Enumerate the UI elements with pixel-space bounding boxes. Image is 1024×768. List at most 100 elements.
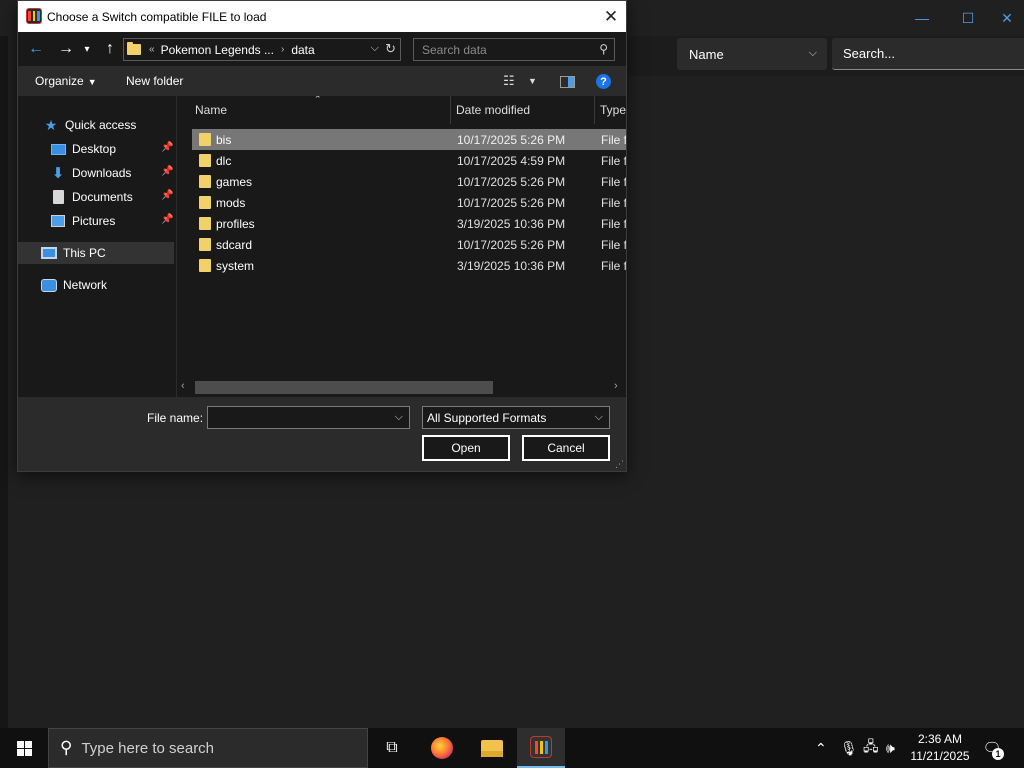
scroll-right-icon[interactable]: ›: [614, 380, 618, 392]
breadcrumb-pokemon-legends[interactable]: Pokemon Legends ...: [161, 43, 274, 57]
chevron-right-icon[interactable]: ›: [281, 44, 284, 55]
clock-date: 11/21/2025: [910, 749, 970, 763]
recent-locations-chevron-icon[interactable]: ▾: [81, 39, 93, 59]
sort-by-select[interactable]: Name ⌵: [677, 38, 827, 70]
firefox-taskbar-button[interactable]: [418, 728, 466, 768]
help-icon[interactable]: ?: [596, 74, 611, 89]
chevron-down-icon[interactable]: ⌵: [371, 42, 379, 55]
pin-icon: 📌: [161, 166, 174, 177]
dialog-titlebar: Choose a Switch compatible FILE to load …: [18, 1, 626, 32]
file-list-header: ⌃ Name Date modified Type: [177, 96, 626, 124]
dialog-close-button[interactable]: ✕: [596, 1, 626, 32]
dialog-title: Choose a Switch compatible FILE to load: [47, 9, 267, 24]
cancel-button[interactable]: Cancel: [522, 435, 610, 461]
notification-center-button[interactable]: 🗨 1: [980, 736, 1004, 760]
file-type: File folder: [601, 174, 626, 189]
taskbar-search-placeholder: Type here to search: [81, 739, 215, 757]
nav-item-this-pc[interactable]: This PC: [18, 242, 174, 264]
column-divider[interactable]: [594, 96, 595, 124]
table-row[interactable]: games 10/17/2025 5:26 PM File folder: [192, 171, 626, 192]
table-row[interactable]: dlc 10/17/2025 4:59 PM File folder: [192, 150, 626, 171]
system-clock[interactable]: 2:36 AM 11/21/2025: [906, 731, 974, 765]
file-name-input[interactable]: [208, 407, 388, 428]
file-date: 3/19/2025 10:36 PM: [457, 216, 566, 231]
file-explorer-icon: [481, 739, 503, 757]
table-row[interactable]: profiles 3/19/2025 10:36 PM File folder: [192, 213, 626, 234]
file-explorer-taskbar-button[interactable]: [468, 728, 516, 768]
view-options-icon[interactable]: ☷: [503, 73, 515, 89]
open-button[interactable]: Open: [422, 435, 510, 461]
pictures-icon: [50, 213, 66, 229]
desktop-icon: [50, 141, 66, 157]
caret-down-icon: ▼: [87, 77, 97, 87]
dialog-navigation-bar: ← → ▾ ↑ « Pokemon Legends ... › data ⌵ ↻…: [18, 32, 626, 66]
refresh-icon[interactable]: ↻: [385, 41, 396, 57]
task-view-icon: ⧉: [386, 739, 398, 756]
nav-item-downloads[interactable]: ⬇ Downloads 📌: [18, 162, 174, 184]
open-file-dialog: Choose a Switch compatible FILE to load …: [17, 0, 627, 472]
network-icon: [41, 277, 57, 293]
taskbar: ⚲ Type here to search ⧉ ⌃ 🎙 🖧 🕪 2:36 AM …: [0, 728, 1024, 768]
minimize-button[interactable]: —: [899, 4, 945, 32]
address-bar[interactable]: « Pokemon Legends ... › data ⌵ ↻: [123, 38, 401, 61]
start-button[interactable]: [0, 728, 48, 768]
folder-search-field[interactable]: ⚲: [413, 38, 615, 61]
column-header-name[interactable]: Name: [195, 103, 227, 117]
folder-icon: [199, 217, 211, 230]
file-type-select[interactable]: All Supported Formats ⌵: [422, 406, 610, 429]
table-row[interactable]: mods 10/17/2025 5:26 PM File folder: [192, 192, 626, 213]
windows-logo-icon: [16, 740, 32, 756]
library-search-input[interactable]: Search...: [832, 38, 1024, 70]
horizontal-scrollbar[interactable]: ‹ ›: [177, 379, 626, 396]
new-folder-button[interactable]: New folder: [126, 74, 183, 88]
scrollbar-thumb[interactable]: [195, 381, 493, 394]
folder-search-input[interactable]: [422, 42, 592, 57]
task-view-button[interactable]: ⧉: [368, 728, 416, 768]
nav-item-documents[interactable]: Documents 📌: [18, 186, 174, 208]
forward-arrow-icon[interactable]: →: [56, 39, 76, 59]
dialog-footer: File name: ⌵ All Supported Formats ⌵ Ope…: [18, 397, 626, 471]
chevron-down-icon[interactable]: ⌵: [395, 411, 403, 424]
caret-down-icon[interactable]: ▼: [528, 76, 537, 86]
back-arrow-icon[interactable]: ←: [26, 39, 46, 59]
organize-button[interactable]: Organize ▼: [35, 74, 97, 88]
column-header-type[interactable]: Type: [600, 103, 626, 117]
file-name-combobox[interactable]: ⌵: [207, 406, 410, 429]
resize-grip-icon[interactable]: ⋰: [615, 460, 624, 469]
folder-icon: [127, 42, 141, 55]
star-icon: ★: [44, 116, 58, 133]
pin-icon: 📌: [161, 214, 174, 225]
scroll-left-icon[interactable]: ‹: [181, 380, 185, 392]
nav-item-desktop[interactable]: Desktop 📌: [18, 138, 174, 160]
column-divider[interactable]: [450, 96, 451, 124]
network-status-icon[interactable]: 🖧: [863, 728, 879, 768]
table-row[interactable]: bis 10/17/2025 5:26 PM File folder: [192, 129, 626, 150]
taskbar-search-box[interactable]: ⚲ Type here to search: [48, 728, 368, 768]
file-type: File folder: [601, 195, 626, 210]
file-date: 10/17/2025 4:59 PM: [457, 153, 566, 168]
file-name: dlc: [216, 153, 232, 168]
sort-ascending-icon: ⌃: [314, 96, 322, 104]
column-header-date-modified[interactable]: Date modified: [456, 103, 530, 117]
library-search-placeholder: Search...: [843, 46, 896, 61]
microphone-icon[interactable]: 🎙: [840, 728, 858, 768]
close-button[interactable]: ✕: [990, 4, 1024, 32]
show-hidden-icons-chevron-up-icon[interactable]: ⌃: [815, 728, 827, 768]
nav-item-quick-access[interactable]: ★ Quick access: [18, 114, 174, 136]
table-row[interactable]: system 3/19/2025 10:36 PM File folder: [192, 255, 626, 276]
maximize-button[interactable]: ☐: [945, 4, 991, 32]
nav-item-network[interactable]: Network: [18, 274, 174, 296]
file-name: games: [216, 174, 253, 189]
folder-icon: [199, 133, 211, 146]
folder-icon: [199, 175, 211, 188]
preview-pane-icon[interactable]: [560, 76, 575, 88]
file-type: File folder: [601, 132, 626, 147]
emulator-taskbar-button[interactable]: [517, 728, 565, 768]
nav-item-pictures[interactable]: Pictures 📌: [18, 210, 174, 232]
volume-icon[interactable]: 🕪: [886, 728, 895, 768]
breadcrumb-overflow[interactable]: «: [149, 44, 155, 55]
up-arrow-icon[interactable]: ↑: [100, 39, 120, 59]
breadcrumb-data[interactable]: data: [291, 43, 314, 57]
table-row[interactable]: sdcard 10/17/2025 5:26 PM File folder: [192, 234, 626, 255]
nav-item-label: This PC: [63, 246, 106, 260]
